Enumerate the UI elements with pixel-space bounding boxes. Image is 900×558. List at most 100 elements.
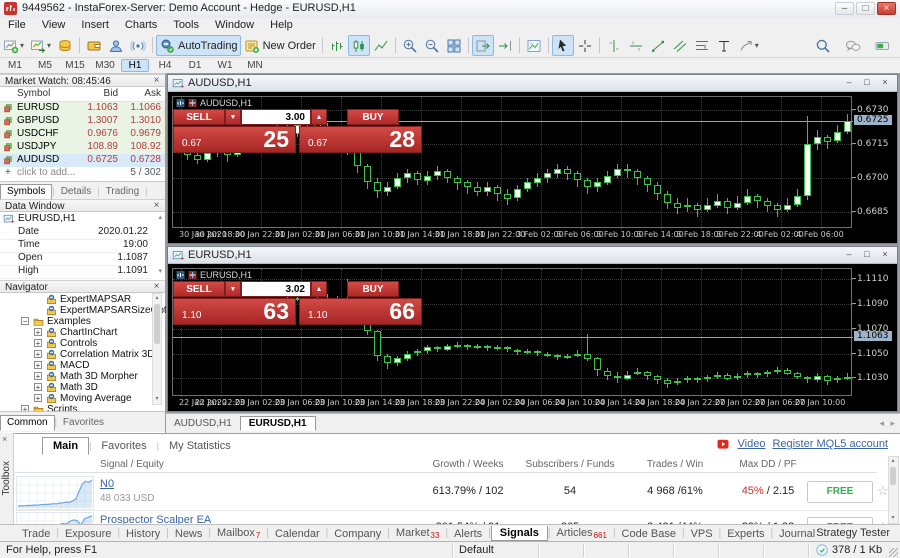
channel-button[interactable] (669, 35, 691, 56)
fibonacci-button[interactable] (691, 35, 713, 56)
toolbox-tab-calendar[interactable]: Calendar (269, 528, 326, 540)
navigator-item-macd[interactable]: +MACD (0, 360, 150, 371)
scroll-down-icon[interactable]: ▾ (889, 514, 897, 523)
bar-chart-button[interactable] (326, 35, 348, 56)
toolbox-tab-news[interactable]: News (169, 528, 209, 540)
toolbox-tab-signals[interactable]: Signals (491, 526, 548, 541)
connection-status[interactable] (872, 35, 894, 56)
data-window-close-icon[interactable]: × (151, 200, 162, 212)
signal-row[interactable]: Prospector Scalper EA201.54% / 912653 43… (15, 510, 877, 524)
scroll-down-icon[interactable]: ▾ (153, 395, 161, 404)
timeframe-m5[interactable]: M5 (31, 59, 59, 72)
market-watch-tab-symbols[interactable]: Symbols (0, 184, 52, 200)
auto-scroll-button[interactable] (472, 35, 494, 56)
navigator-item-moving-average[interactable]: +Moving Average (0, 393, 150, 404)
navigator-item-chartinchart[interactable]: +ChartInChart (0, 327, 150, 338)
new-order-button[interactable]: New Order (241, 35, 319, 56)
menu-window[interactable]: Window (207, 18, 262, 32)
tree-expand-icon[interactable]: + (34, 339, 42, 347)
sell-button[interactable]: SELL (173, 281, 225, 297)
shapes-button[interactable]: ▾ (735, 35, 762, 56)
tree-expand-icon[interactable]: + (34, 328, 42, 336)
chart-shift-button[interactable] (494, 35, 516, 56)
navigator-item-controls[interactable]: +Controls (0, 338, 150, 349)
menu-charts[interactable]: Charts (117, 18, 165, 32)
video-link[interactable]: Video (738, 438, 766, 450)
scroll-up-icon[interactable]: ▴ (158, 213, 162, 221)
tile-windows-button[interactable] (443, 35, 465, 56)
chat-button[interactable] (842, 35, 864, 56)
menu-view[interactable]: View (34, 18, 74, 32)
scroll-down-icon[interactable]: ▾ (158, 267, 162, 275)
market-watch-tab-trading[interactable]: Trading (100, 185, 146, 199)
navigator-scrollbar[interactable]: ▴▾ (152, 293, 162, 405)
sell-price-panel[interactable]: 0.6725 (173, 126, 296, 153)
toolbox-tab-main[interactable]: Main (42, 437, 89, 455)
toolbox-tab-history[interactable]: History (120, 528, 166, 540)
volume-input[interactable]: 3.00 (241, 109, 311, 125)
volume-down-button[interactable]: ▼ (225, 109, 241, 125)
timeframe-w1[interactable]: W1 (211, 59, 239, 72)
zoom-out-button[interactable] (421, 35, 443, 56)
market-watch-row-eurusd[interactable]: EURUSD1.10631.1066 (0, 102, 165, 115)
tree-expand-icon[interactable]: + (34, 361, 42, 369)
market-watch-row-audusd[interactable]: AUDUSD0.67250.6728 (0, 154, 165, 167)
toolbox-tab-alerts[interactable]: Alerts (448, 528, 488, 540)
signal-name-link[interactable]: Prospector Scalper EA (100, 514, 211, 524)
navigator-item-expertmapsar[interactable]: ExpertMAPSAR (0, 294, 150, 305)
volume-up-button[interactable]: ▲ (311, 281, 327, 297)
market-watch-row-usdjpy[interactable]: USDJPY108.89108.92 (0, 141, 165, 154)
navigator-item-expertmapsarsizeoptim[interactable]: ExpertMAPSARSizeOptim (0, 305, 150, 316)
buy-button[interactable]: BUY (347, 109, 399, 125)
volume-input[interactable]: 3.02 (241, 281, 311, 297)
scroll-thumb[interactable] (890, 467, 896, 485)
signals-scrollbar[interactable]: ▴▾ (888, 456, 899, 524)
timeframe-m15[interactable]: M15 (61, 59, 89, 72)
chart-tab-audusd-h1[interactable]: AUDUSD,H1 (166, 417, 240, 430)
navigator-item-correlation-matrix-3d[interactable]: +Correlation Matrix 3D (0, 349, 150, 360)
window-close-button[interactable]: × (877, 2, 896, 15)
chart-tabs-right-icon[interactable]: ▸ (890, 418, 895, 429)
navigator-item-math-3d-morpher[interactable]: +Math 3D Morpher (0, 371, 150, 382)
navigator-item-examples[interactable]: −Examples (0, 316, 150, 327)
window-maximize-button[interactable]: □ (856, 2, 875, 15)
toolbox-tab-favorites[interactable]: Favorites (91, 438, 156, 454)
chart-minimize-button[interactable]: – (841, 249, 857, 261)
profile-selector[interactable]: Default (459, 544, 494, 556)
payments-button[interactable] (83, 35, 105, 56)
menu-insert[interactable]: Insert (73, 18, 117, 32)
new-chart-button[interactable]: ▾ (0, 35, 27, 56)
chart-tab-eurusd-h1[interactable]: EURUSD,H1 (240, 416, 316, 431)
menu-file[interactable]: File (0, 18, 34, 32)
toolbox-tab-my-statistics[interactable]: My Statistics (159, 438, 241, 454)
horizontal-line-button[interactable] (625, 35, 647, 56)
chart-tabs-left-icon[interactable]: ◂ (879, 418, 884, 429)
scroll-up-icon[interactable]: ▴ (153, 294, 161, 303)
navigator-item-math-3d[interactable]: +Math 3D (0, 382, 150, 393)
cursor-button[interactable] (552, 35, 574, 56)
navigator-close-icon[interactable]: × (151, 281, 162, 293)
templates-button[interactable] (523, 35, 545, 56)
sell-price-panel[interactable]: 1.1063 (173, 298, 296, 325)
volume-up-button[interactable]: ▲ (311, 109, 327, 125)
menu-tools[interactable]: Tools (165, 18, 207, 32)
timeframe-d1[interactable]: D1 (181, 59, 209, 72)
buy-button[interactable]: BUY (347, 281, 399, 297)
chart-minimize-button[interactable]: – (841, 77, 857, 89)
toolbox-close-icon[interactable]: × (2, 434, 7, 444)
buy-price-panel[interactable]: 1.1066 (299, 298, 422, 325)
tree-expand-icon[interactable]: + (34, 394, 42, 402)
timeframe-mn[interactable]: MN (241, 59, 269, 72)
profiles-button[interactable]: ▾ (27, 35, 54, 56)
autotrading-button[interactable]: AutoTrading (156, 35, 241, 56)
tree-expand-icon[interactable]: + (34, 383, 42, 391)
timeframe-h1[interactable]: H1 (121, 59, 149, 72)
trendline-button[interactable] (647, 35, 669, 56)
community-button[interactable] (105, 35, 127, 56)
toolbox-tab-journal[interactable]: Journal (773, 528, 821, 540)
volume-down-button[interactable]: ▼ (225, 281, 241, 297)
chart-maximize-button[interactable]: □ (859, 249, 875, 261)
line-chart-button[interactable] (370, 35, 392, 56)
toolbox-tab-exposure[interactable]: Exposure (59, 528, 117, 540)
timeframe-m30[interactable]: M30 (91, 59, 119, 72)
